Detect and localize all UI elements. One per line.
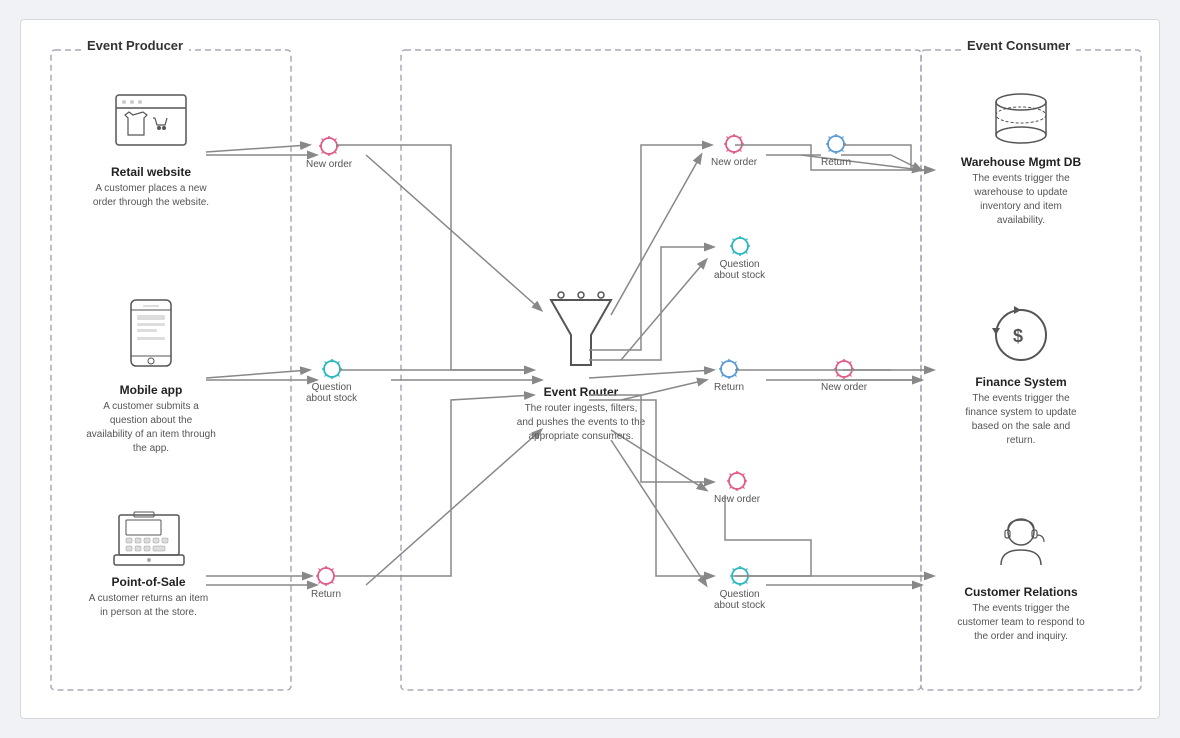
event-question-mid-label: Question about stock [714,259,765,281]
event-question-mid: Question about stock [714,235,765,281]
event-return-mid: Return [714,358,744,393]
warehouse-desc: The events trigger the warehouse to upda… [956,172,1086,228]
event-new-order-mid-label: New order [821,382,867,393]
event-new-order-left: New order [306,135,352,170]
router-node: Event Router The router ingests, filters… [511,290,651,444]
mobile-node: Mobile app A customer submits a question… [86,298,216,456]
event-return-right-top: Return [821,133,851,168]
router-desc: The router ingests, filters, and pushes … [516,402,646,444]
pos-desc: A customer returns an item in person at … [84,592,214,620]
warehouse-node: Warehouse Mgmt DB The events trigger the… [941,90,1101,228]
pos-node: Point-of-Sale A customer returns an item… [71,500,226,620]
pos-title: Point-of-Sale [112,575,186,589]
retail-desc: A customer places a new order through th… [86,182,216,210]
event-return-left: Return [311,565,341,600]
producer-label: Event Producer [81,38,189,53]
retail-node: Retail website A customer places a new o… [81,90,221,210]
event-new-order-bottom-label: New order [714,494,760,505]
warehouse-title: Warehouse Mgmt DB [961,155,1081,169]
event-new-order-left-label: New order [306,159,352,170]
customer-desc: The events trigger the customer team to … [956,602,1086,644]
event-return-mid-label: Return [714,382,744,393]
customer-node: Customer Relations The events trigger th… [941,510,1101,644]
mobile-title: Mobile app [120,383,183,397]
event-question-bottom: Question about stock [714,565,765,611]
event-new-order-right-top-label: New order [711,157,757,168]
finance-desc: The events trigger the finance system to… [956,392,1086,448]
svg-text:$: $ [1013,326,1023,346]
router-title: Event Router [544,385,619,399]
event-return-left-label: Return [311,589,341,600]
event-new-order-mid: New order [821,358,867,393]
event-new-order-bottom: New order [714,470,760,505]
diagram-wrapper: Event Producer Event Consumer Retail web… [20,19,1160,719]
customer-title: Customer Relations [964,585,1077,599]
event-question-left: Question about stock [306,358,357,404]
finance-title: Finance System [975,375,1066,389]
event-question-bottom-label: Question about stock [714,589,765,611]
mobile-desc: A customer submits a question about the … [86,400,216,456]
consumer-label: Event Consumer [961,38,1076,53]
finance-node: $ Finance System The events trigger the … [941,300,1101,448]
event-return-right-top-label: Return [821,157,851,168]
event-new-order-right-top: New order [711,133,757,168]
event-question-left-label: Question about stock [306,382,357,404]
retail-title: Retail website [111,165,191,179]
